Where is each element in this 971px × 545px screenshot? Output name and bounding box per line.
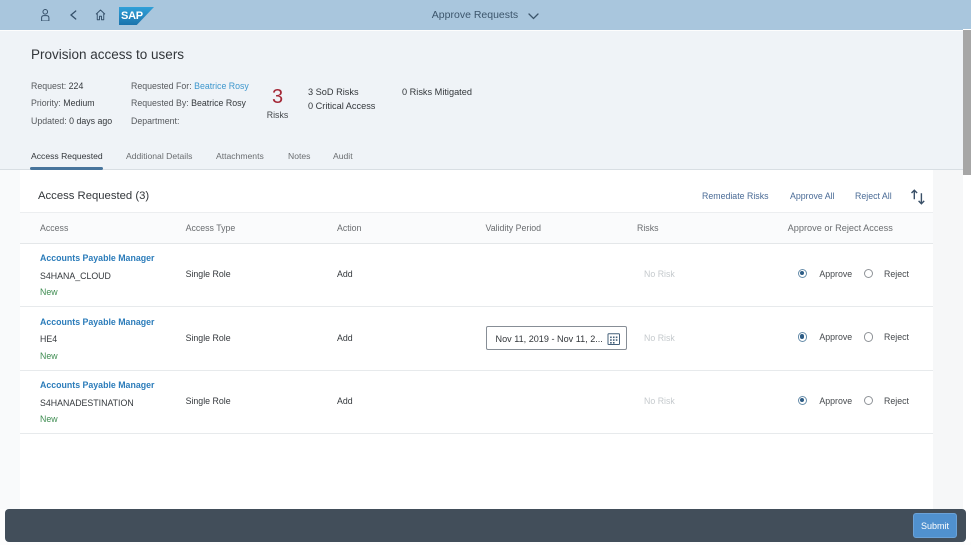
svg-text:SAP: SAP (121, 10, 143, 22)
